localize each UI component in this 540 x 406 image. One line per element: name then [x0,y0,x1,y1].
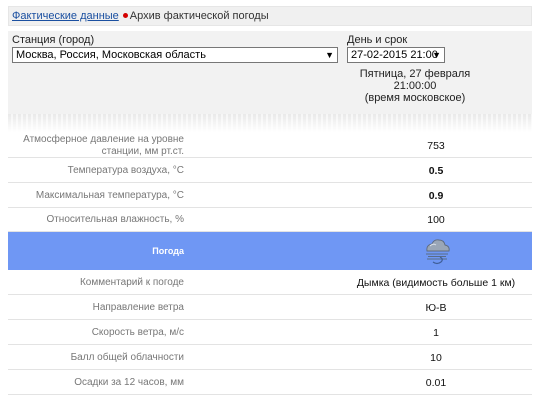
breadcrumb-link-actual-data[interactable]: Фактические данные [12,10,119,22]
datetime-select[interactable]: 27-02-2015 21:00 ▼ [347,47,445,63]
station-label: Станция (город) [12,34,95,46]
table-row: Комментарий к погоде Дымка (видимость бо… [8,270,532,295]
chevron-down-icon: ▼ [432,50,441,60]
row-value: 10 [430,352,442,364]
datetime-select-value: 27-02-2015 21:00 [351,49,438,61]
row-value: 0.9 [428,190,444,202]
chevron-down-icon: ▼ [325,50,334,60]
row-value: 0.01 [425,377,447,389]
haze-cloud-icon [426,239,450,265]
date-day: Пятница, 27 февраля [359,68,471,80]
table-row: Относительная влажность, % 100 [8,208,532,232]
table-top-fade [8,114,532,132]
breadcrumb-separator-icon [122,13,128,19]
row-label: Осадки за 12 часов, мм [74,377,184,388]
weather-band-row: Погода [8,232,532,270]
table-row: Максимальная температура, °C 0.9 [8,183,532,208]
table-row: Балл общей облачности 10 [8,345,532,370]
table-row: Скорость ветра, м/с 1 [8,320,532,345]
row-label: Атмосферное давление на уровне станции, … [23,134,184,157]
row-label: Направление ветра [92,302,184,313]
row-value: Дымка (видимость больше 1 км) [356,277,516,289]
breadcrumb: Фактические данные Архив фактической пого… [8,6,532,26]
station-select-value: Москва, Россия, Московская область [16,49,206,61]
table-row: Атмосферное давление на уровне станции, … [8,133,532,158]
table-row: Осадки за 12 часов, мм 0.01 [8,370,532,395]
datetime-label: День и срок [347,34,408,46]
weather-label: Погода [152,246,184,256]
station-select[interactable]: Москва, Россия, Московская область ▼ [12,47,338,63]
table-row: Температура воздуха, °C 0.5 [8,158,532,183]
row-value: 0.5 [428,165,444,177]
row-label: Температура воздуха, °C [67,165,184,176]
row-label: Комментарий к погоде [79,277,184,288]
row-value: 753 [427,140,445,152]
table-row: Направление ветра Ю-В [8,295,532,320]
breadcrumb-current: Архив фактической погоды [129,10,269,22]
row-value: Ю-В [425,302,447,314]
row-label: Балл общей облачности [70,352,184,363]
date-time: 21:00:00 [393,80,437,92]
date-column-header: Пятница, 27 февраля 21:00:00 (время моск… [340,68,490,104]
row-label: Максимальная температура, °C [35,190,184,201]
row-label: Относительная влажность, % [46,214,184,225]
row-value: 100 [427,214,445,226]
row-label: Скорость ветра, м/с [91,327,184,338]
date-timezone-note: (время московское) [364,92,466,104]
row-value: 1 [433,327,439,339]
